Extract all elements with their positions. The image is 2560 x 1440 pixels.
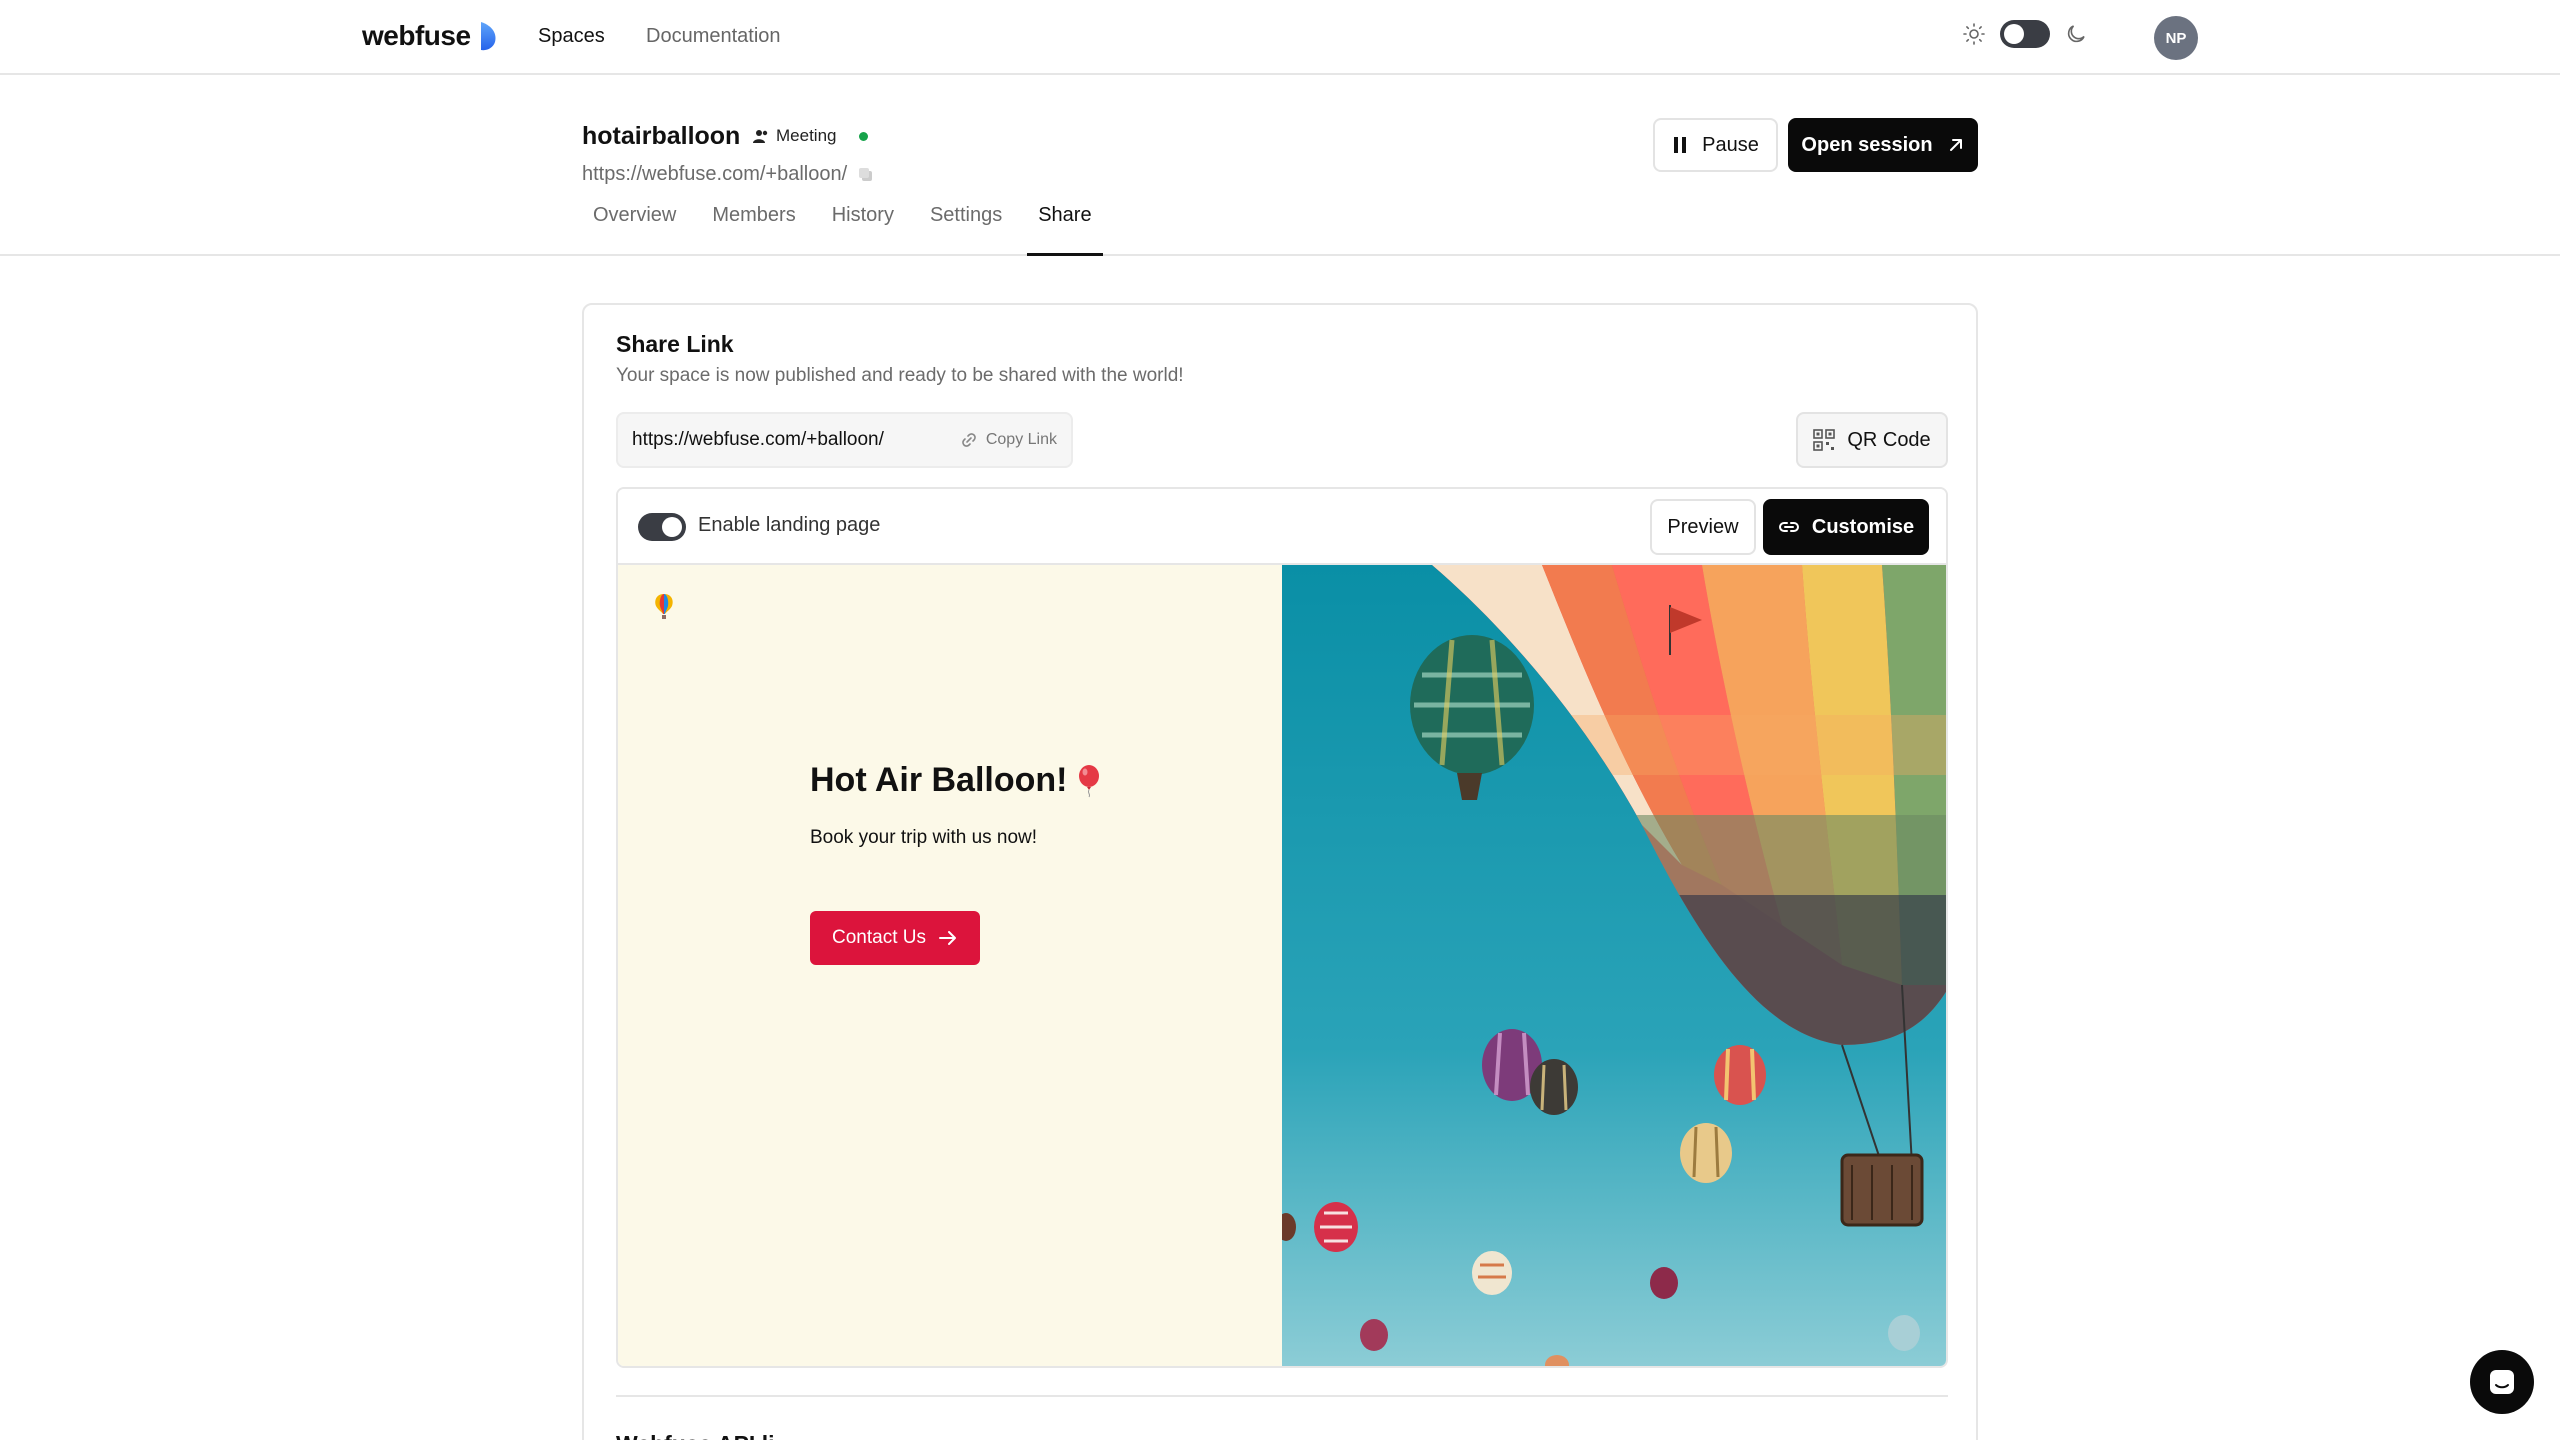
qr-code-label: QR Code bbox=[1847, 428, 1931, 451]
nav-documentation-link[interactable]: Documentation bbox=[646, 25, 781, 48]
space-url: https://webfuse.com/+balloon/ bbox=[582, 163, 875, 186]
balloon-sky-image bbox=[1282, 565, 1946, 1366]
landing-page-switch[interactable] bbox=[638, 513, 686, 541]
copy-link-label: Copy Link bbox=[985, 431, 1057, 448]
landing-page-label: Enable landing page bbox=[698, 514, 881, 536]
pause-button[interactable]: Pause bbox=[1653, 118, 1778, 172]
theme-switcher bbox=[1962, 20, 2088, 48]
landing-page-panel: Enable landing page Preview Customise Ho… bbox=[616, 487, 1948, 1368]
share-link-field[interactable]: https://webfuse.com/+balloon/ Copy Link bbox=[616, 412, 1073, 468]
users-icon bbox=[753, 130, 768, 143]
share-link-value[interactable]: https://webfuse.com/+balloon/ bbox=[632, 429, 960, 451]
link-icon bbox=[1778, 522, 1799, 532]
status-dot bbox=[859, 132, 868, 141]
share-subtitle: Your space is now published and ready to… bbox=[616, 365, 1184, 386]
theme-toggle[interactable] bbox=[2000, 20, 2050, 48]
support-chat-button[interactable] bbox=[2470, 1350, 2534, 1414]
tab-members[interactable]: Members bbox=[701, 193, 806, 256]
qr-code-button[interactable]: QR Code bbox=[1796, 412, 1948, 468]
arrow-up-right-icon bbox=[1949, 139, 1962, 151]
qr-code-icon bbox=[1813, 429, 1836, 451]
moon-icon bbox=[2067, 25, 2085, 43]
copy-link-button[interactable]: Copy Link bbox=[960, 431, 1057, 449]
space-type-badge: Meeting bbox=[752, 126, 836, 146]
customise-button[interactable]: Customise bbox=[1763, 499, 1929, 555]
tab-history[interactable]: History bbox=[821, 193, 905, 256]
pause-icon bbox=[1674, 137, 1687, 153]
webfuse-logo[interactable]: webfuse bbox=[362, 20, 497, 52]
link-icon bbox=[962, 433, 976, 447]
landing-subheading: Book your trip with us now! bbox=[810, 827, 1038, 848]
share-card: Share Link Your space is now published a… bbox=[582, 303, 1978, 1440]
hot-air-balloon-photo bbox=[1282, 565, 1946, 1366]
landing-preview-content: Hot Air Balloon! Book your trip with us … bbox=[618, 565, 1282, 1366]
pause-label: Pause bbox=[1702, 133, 1759, 156]
logo-text: webfuse bbox=[362, 20, 471, 51]
sun-icon bbox=[1963, 23, 1985, 45]
space-name: hotairballoon bbox=[582, 122, 741, 150]
space-url-text[interactable]: https://webfuse.com/+balloon/ bbox=[582, 163, 847, 186]
space-type-label: Meeting bbox=[776, 126, 837, 145]
contact-us-label: Contact Us bbox=[832, 927, 926, 948]
customise-label: Customise bbox=[1811, 515, 1915, 538]
top-navigation-bar: webfuse Spaces Documentation NP bbox=[0, 0, 2560, 75]
share-title: Share Link bbox=[616, 331, 734, 357]
tab-share[interactable]: Share bbox=[1027, 193, 1103, 256]
space-header: hotairballoon Meeting https://webfuse.co… bbox=[0, 75, 2560, 256]
logo-mark-icon bbox=[480, 22, 496, 51]
nav-spaces-link[interactable]: Spaces bbox=[538, 25, 605, 48]
landing-toolbar: Enable landing page Preview Customise bbox=[618, 489, 1946, 565]
user-avatar[interactable]: NP bbox=[2154, 16, 2198, 60]
open-session-button[interactable]: Open session bbox=[1788, 118, 1978, 172]
chat-icon bbox=[2490, 1370, 2514, 1394]
landing-heading-text: Hot Air Balloon! bbox=[810, 761, 1068, 799]
open-session-label: Open session bbox=[1801, 133, 1933, 156]
arrow-right-icon bbox=[938, 931, 956, 945]
contact-us-button[interactable]: Contact Us bbox=[810, 911, 980, 965]
preview-button[interactable]: Preview bbox=[1650, 499, 1756, 555]
api-section-title: Webfuse API li bbox=[616, 1431, 774, 1440]
copy-icon[interactable] bbox=[857, 166, 875, 184]
tab-overview[interactable]: Overview bbox=[582, 193, 687, 256]
red-balloon-icon bbox=[1078, 764, 1099, 797]
landing-heading: Hot Air Balloon! bbox=[810, 761, 1102, 800]
section-divider bbox=[616, 1395, 1948, 1397]
tab-settings[interactable]: Settings bbox=[919, 193, 1013, 256]
balloon-logo-icon bbox=[655, 594, 673, 619]
space-tabs: Overview Members History Settings Share bbox=[582, 193, 1117, 256]
